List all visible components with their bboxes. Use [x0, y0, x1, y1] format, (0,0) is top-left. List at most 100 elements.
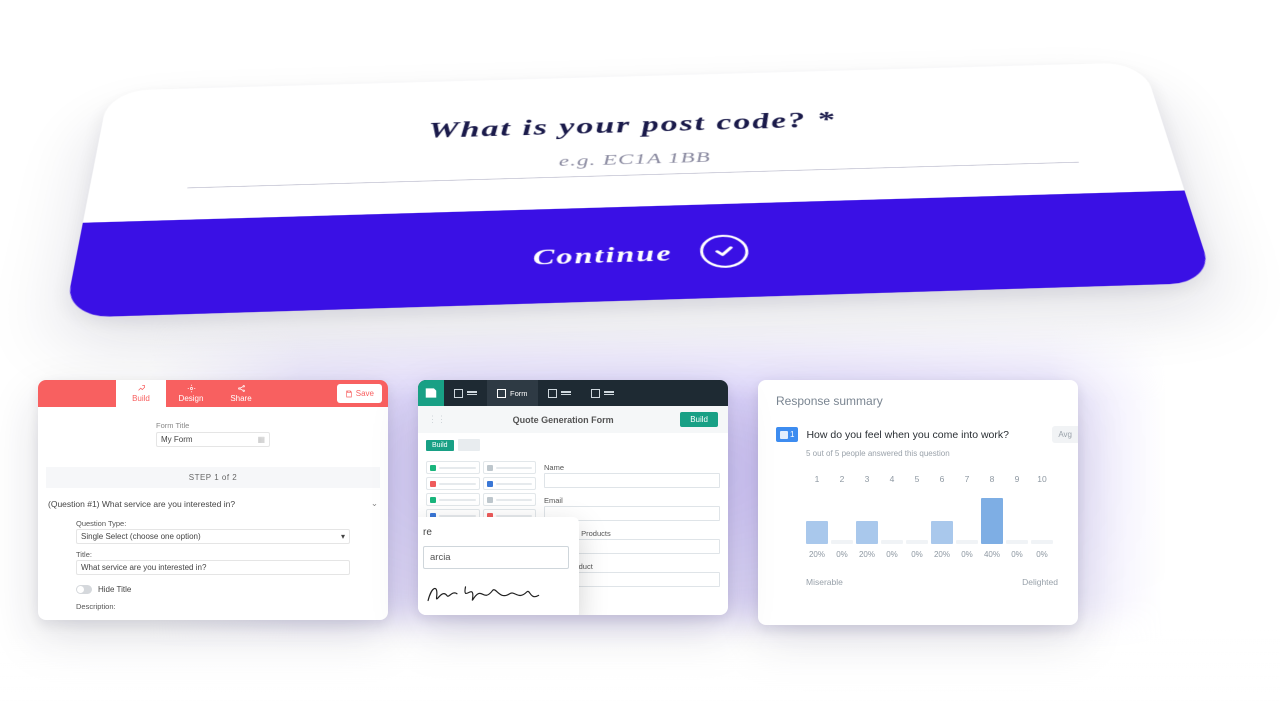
bar-percent: 40%: [984, 550, 1000, 559]
description-label: Description:: [76, 602, 350, 611]
signature-popover: re arcia: [418, 517, 579, 615]
component-item[interactable]: [483, 477, 537, 490]
bar-percent: 0%: [1011, 550, 1023, 559]
bar-percent: 20%: [859, 550, 875, 559]
legend-right: Delighted: [1022, 577, 1058, 587]
save-button[interactable]: Save: [337, 384, 382, 403]
form-title-input[interactable]: My Form ▦: [156, 432, 270, 447]
bar-percent: 0%: [886, 550, 898, 559]
hero-form-card: What is your post code? * e.g. EC1A 1BB …: [80, 0, 1200, 326]
chevron-down-icon: ⌄: [371, 498, 378, 509]
bar-percent: 20%: [809, 550, 825, 559]
response-summary-title: Response summary: [776, 394, 1078, 408]
check-circle-icon: [699, 234, 751, 268]
bar-number: 6: [940, 472, 945, 486]
bar-column: 6 20%: [931, 472, 953, 559]
form-name: Quote Generation Form: [446, 415, 680, 425]
bar: [806, 521, 828, 544]
tab-build[interactable]: Build: [116, 380, 166, 407]
bar-percent: 0%: [911, 550, 923, 559]
chevron-down-icon: ▾: [341, 532, 345, 541]
tab-generic-2[interactable]: [538, 380, 581, 406]
tab-generic-3[interactable]: [581, 380, 624, 406]
question-title: What is your post code? *: [174, 99, 1088, 150]
tab-form[interactable]: Form: [487, 380, 538, 406]
component-item[interactable]: [426, 477, 480, 490]
builder-header: Build Design Share Save: [38, 380, 388, 407]
bar: [1006, 540, 1028, 544]
avg-toggle[interactable]: Avg: [1052, 426, 1078, 443]
hide-title-toggle[interactable]: Hide Title: [76, 585, 350, 594]
name-input[interactable]: [544, 473, 720, 488]
bar-column: 40%: [881, 472, 903, 559]
bar-number: 7: [965, 472, 970, 486]
bar-column: 7 0%: [956, 472, 978, 559]
answered-count: 5 out of 5 people answered this question: [806, 449, 1078, 458]
component-item[interactable]: [483, 461, 537, 474]
app-logo: [418, 380, 444, 406]
builder-card: Build Design Share Save Form Title: [38, 380, 388, 620]
title-input[interactable]: What service are you interested in?: [76, 560, 350, 575]
bar-column: 1 20%: [806, 472, 828, 559]
bar-percent: 0%: [961, 550, 973, 559]
bar-chart-icon: [780, 431, 788, 439]
question-number-badge: 1: [776, 427, 798, 442]
component-item[interactable]: [483, 493, 537, 506]
bar-number: 1: [815, 472, 820, 486]
form-editor-card: Form ⋮⋮ Quote Generation Form Build Buil…: [418, 380, 728, 615]
tab-share[interactable]: Share: [216, 380, 266, 407]
form-title-label: Form Title: [156, 421, 270, 430]
bar: [1031, 540, 1053, 544]
bar-percent: 0%: [1036, 550, 1048, 559]
bar: [831, 540, 853, 544]
signature-name-input[interactable]: arcia: [423, 546, 569, 569]
step-chip[interactable]: [458, 439, 480, 451]
tab-generic-1[interactable]: [444, 380, 487, 406]
component-item[interactable]: [426, 493, 480, 506]
calendar-icon: ▦: [257, 435, 265, 444]
bar: [956, 540, 978, 544]
bar-column: 5 0%: [906, 472, 928, 559]
bar-percent: 0%: [836, 550, 848, 559]
build-chip[interactable]: Build: [426, 440, 454, 451]
question-type-label: Question Type:: [76, 519, 350, 528]
build-button[interactable]: Build: [680, 412, 718, 427]
toggle-icon: [76, 585, 92, 594]
bar-number: 2: [840, 472, 845, 486]
bar: [906, 540, 928, 544]
question-text: How do you feel when you come into work?: [806, 429, 1044, 441]
continue-button-label: Continue: [533, 240, 674, 270]
bar-number: 8: [990, 472, 995, 486]
question-accordion-header[interactable]: (Question #1) What service are you inter…: [38, 488, 388, 513]
bar-column: 3 20%: [856, 472, 878, 559]
response-summary-card: Response summary 1 How do you feel when …: [758, 380, 1078, 625]
bar-number: 5: [915, 472, 920, 486]
signature-label: re: [423, 527, 569, 538]
bar: [881, 540, 903, 544]
email-label: Email: [544, 496, 720, 505]
bar-chart: 120%20%320%40%50%620%70%840%90%100%: [776, 472, 1078, 559]
editor-title-bar: ⋮⋮ Quote Generation Form Build: [418, 406, 728, 433]
bar-number: 9: [1015, 472, 1020, 486]
title-label: Title:: [76, 550, 350, 559]
tab-design[interactable]: Design: [166, 380, 216, 407]
grip-icon: ⋮⋮: [428, 414, 446, 425]
bar: [981, 498, 1003, 544]
bar-column: 9 0%: [1006, 472, 1028, 559]
component-item[interactable]: [426, 461, 480, 474]
postcode-input-placeholder[interactable]: e.g. EC1A 1BB: [169, 138, 1096, 181]
bar: [931, 521, 953, 544]
bar: [856, 521, 878, 544]
bar-column: 10 0%: [1031, 472, 1053, 559]
bar-column: 8 40%: [981, 472, 1003, 559]
bar-number: 10: [1037, 472, 1046, 486]
step-indicator: STEP 1 of 2: [46, 467, 380, 488]
question-type-select[interactable]: Single Select (choose one option)▾: [76, 529, 350, 544]
editor-header: Form: [418, 380, 728, 406]
signature-icon: [423, 575, 559, 609]
bar-column: 2 0%: [831, 472, 853, 559]
continue-button[interactable]: Continue: [64, 190, 1214, 317]
bar-number: 3: [865, 472, 870, 486]
input-underline: [187, 162, 1079, 188]
bar-percent: 20%: [934, 550, 950, 559]
